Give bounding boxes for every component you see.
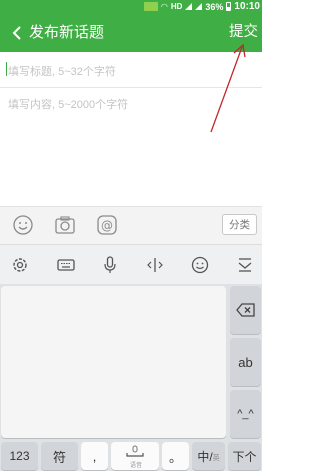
keyboard-icon[interactable] [54,253,78,277]
handwriting-area[interactable] [1,286,226,438]
signal-icon [185,3,193,10]
language-key[interactable]: 中/英 [192,442,225,470]
hd-label: HD [170,2,183,11]
settings-icon[interactable] [8,253,32,277]
backspace-key[interactable] [230,286,261,334]
number-key[interactable]: 123 [1,442,38,470]
camera-icon[interactable] [53,213,77,237]
content-placeholder: 填写内容, 5~2000个字符 [8,99,129,111]
text-cursor [6,62,7,76]
symbol-key[interactable]: 符 [41,442,78,470]
title-placeholder: 填写标题, 5~32个字符 [8,66,116,78]
title-bar: 发布新话题 提交 [0,13,262,52]
period-key[interactable]: 。 [162,442,189,470]
keyboard: ab ^_^ 123 符 , 语音 。 中/英 下个 [0,284,262,471]
mention-icon[interactable]: @ [95,213,119,237]
emoji-icon[interactable] [11,213,35,237]
clock: 10:10 [234,1,260,12]
comma-key[interactable]: , [81,442,108,470]
space-voice-hint: 语音 [130,463,143,469]
hide-keyboard-icon[interactable] [233,253,257,277]
title-input[interactable]: 填写标题, 5~32个字符 [0,52,262,88]
input-toolbar: @ 分类 [0,206,262,244]
status-bar: ◠ HD 36% 10:10 [0,0,262,13]
category-button[interactable]: 分类 [222,214,257,235]
emoji-face-icon[interactable] [188,253,212,277]
language-sub-label: 英 [212,455,220,462]
submit-button[interactable]: 提交 [229,13,258,52]
backspace-icon [235,303,255,317]
svg-text:@: @ [101,219,113,233]
back-arrow-icon [12,25,21,40]
cursor-icon[interactable] [143,253,167,277]
emoticon-key[interactable]: ^_^ [230,390,261,438]
wifi-icon: ◠ [160,2,168,11]
next-key[interactable]: 下个 [228,442,261,470]
language-label: 中/ [197,449,213,464]
content-input[interactable]: 填写内容, 5~2000个字符 [0,88,262,206]
app-notification-icon [143,2,158,11]
page-title: 发布新话题 [29,24,105,41]
battery-percent: 36% [205,1,224,12]
battery-icon [226,2,232,11]
space-mic-icon [126,445,144,457]
keyboard-toolbar [0,244,262,284]
space-key[interactable]: 语音 [111,442,159,470]
microphone-icon[interactable] [98,253,122,277]
signal-icon-2 [195,3,203,10]
ab-key[interactable]: ab [230,338,261,386]
back-button[interactable] [3,13,31,52]
